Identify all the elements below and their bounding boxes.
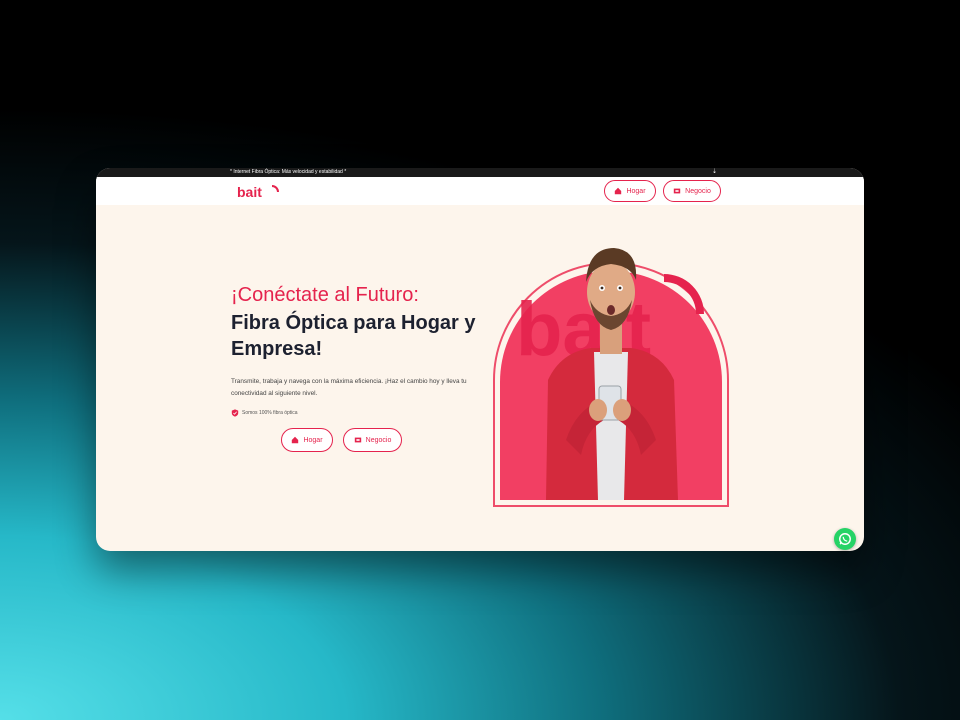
nav-hogar-button[interactable]: Hogar	[604, 180, 656, 202]
bait-logo[interactable]: bait	[236, 182, 284, 202]
business-icon	[354, 437, 361, 443]
hero-negocio-label: Negocio	[365, 436, 392, 444]
nav-negocio-label: Negocio	[685, 187, 711, 195]
fiber-badge: Somos 100% fibra óptica	[231, 409, 298, 417]
map-pin-icon: ⇣	[712, 169, 718, 175]
browser-window: * Internet Fibra Óptica: Más velocidad y…	[96, 168, 864, 551]
hero-title: Fibra Óptica para Hogar y Empresa!	[231, 312, 476, 360]
site-header: bait Hogar Negocio	[96, 177, 864, 205]
fiber-badge-text: Somos 100% fibra óptica	[242, 410, 298, 416]
svg-text:bait: bait	[237, 184, 262, 200]
hero-title-highlight: ¡Conéctate al Futuro:	[231, 284, 419, 306]
hero-negocio-button[interactable]: Negocio	[343, 428, 402, 452]
nav-negocio-button[interactable]: Negocio	[663, 180, 721, 202]
home-icon	[292, 436, 299, 444]
hero-hogar-label: Hogar	[303, 436, 323, 444]
business-icon	[673, 188, 681, 194]
announcement-bar: * Internet Fibra Óptica: Más velocidad y…	[96, 168, 864, 177]
nav-hogar-label: Hogar	[626, 187, 646, 195]
home-icon	[615, 187, 622, 195]
hero-description: Transmite, trabaja y navega con la máxim…	[231, 378, 467, 397]
hero-illustration: bait	[493, 248, 729, 507]
announcement-text: * Internet Fibra Óptica: Más velocidad y…	[230, 169, 347, 175]
shield-check-icon	[231, 409, 239, 417]
whatsapp-icon	[839, 533, 851, 545]
hero-hogar-button[interactable]: Hogar	[281, 428, 333, 452]
whatsapp-button[interactable]	[834, 528, 856, 550]
